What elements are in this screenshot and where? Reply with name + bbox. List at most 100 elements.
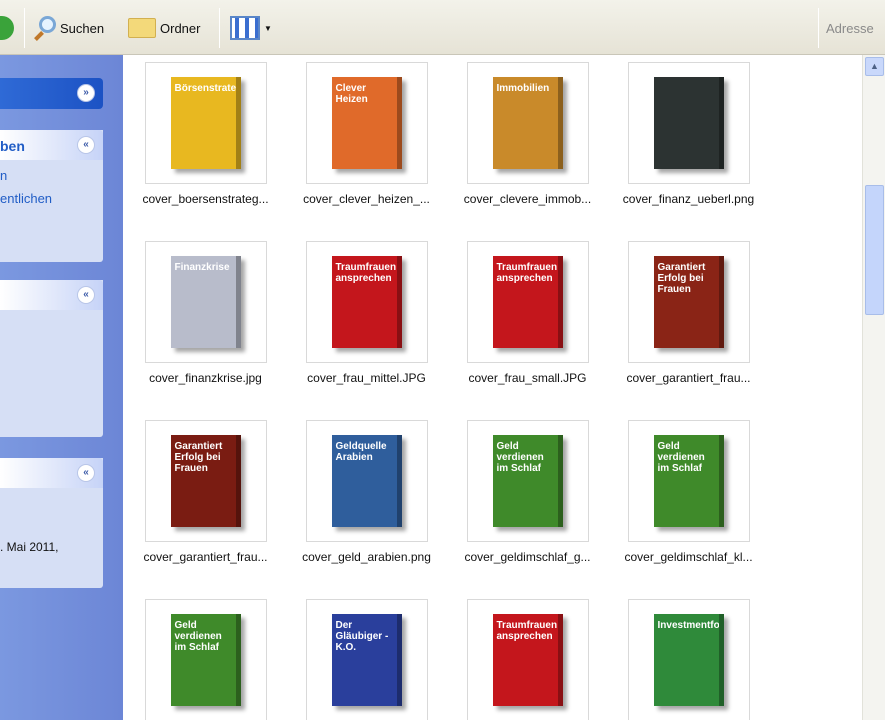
task-link[interactable]: n	[0, 168, 103, 183]
views-button[interactable]: ▼	[230, 14, 272, 42]
thumbnail-frame[interactable]: Investmentfonds	[627, 599, 750, 720]
details-panel-header[interactable]: «	[0, 458, 103, 488]
file-item[interactable]: Finanzkrise cover_finanzkrise.jpg	[125, 241, 286, 385]
collapse-icon[interactable]: «	[77, 136, 95, 154]
thumbnail-frame[interactable]: Traumfrauen ansprechen	[466, 241, 589, 363]
file-item[interactable]: Garantiert Erfolg bei Frauen cover_garant…	[608, 241, 769, 385]
toolbar-separator	[818, 8, 819, 48]
forward-button[interactable]	[0, 14, 14, 42]
thumbnail-frame[interactable]: Geld verdienen im Schlaf	[466, 420, 589, 542]
scroll-up-button[interactable]: ▲	[865, 57, 884, 76]
thumbnail-frame[interactable]	[627, 62, 750, 184]
collapse-icon[interactable]: «	[77, 286, 95, 304]
cover-title: Traumfrauen ansprechen	[335, 262, 397, 284]
thumbnail-frame[interactable]: Clever Heizen	[305, 62, 428, 184]
book-cover-image: Geldquelle Arabien	[331, 435, 402, 527]
file-name[interactable]: cover_clevere_immob...	[447, 192, 608, 206]
places-panel-header[interactable]: «	[0, 280, 103, 310]
file-item[interactable]: Garantiert Erfolg bei Frauen cover_garant…	[125, 420, 286, 564]
file-name[interactable]: cover_finanzkrise.jpg	[125, 371, 286, 385]
address-label: Adresse	[826, 20, 874, 36]
file-name[interactable]: cover_geldimschlaf_g...	[447, 550, 608, 564]
scroll-thumb[interactable]	[865, 185, 884, 315]
book-cover-image: Immobilien	[492, 77, 563, 169]
thumbnail-frame[interactable]: Geldquelle Arabien	[305, 420, 428, 542]
book-cover-image: Traumfrauen ansprechen	[492, 256, 563, 348]
file-name[interactable]: cover_clever_heizen_...	[286, 192, 447, 206]
book-cover-image: Garantiert Erfolg bei Frauen	[170, 435, 241, 527]
file-item[interactable]: Der Gläubiger - K.O.	[286, 599, 447, 720]
search-label: Suchen	[60, 20, 105, 36]
toolbar-separator	[24, 8, 25, 48]
file-item[interactable]: Geld verdienen im Schlaf	[125, 599, 286, 720]
thumbnail-frame[interactable]: Börsenstrategien	[144, 62, 267, 184]
file-name[interactable]: cover_frau_mittel.JPG	[286, 371, 447, 385]
file-item[interactable]: Investmentfonds	[608, 599, 769, 720]
panel-title: ben	[0, 138, 25, 154]
chevron-down-icon: ▼	[264, 23, 272, 33]
cover-title: Finanzkrise	[174, 262, 230, 273]
thumbnail-frame[interactable]: Geld verdienen im Schlaf	[144, 599, 267, 720]
book-cover-image: Clever Heizen	[331, 77, 402, 169]
cover-title: Geld verdienen im Schlaf	[657, 441, 705, 474]
book-cover-image: Geld verdienen im Schlaf	[492, 435, 563, 527]
file-item[interactable]: Immobilien cover_clevere_immob...	[447, 62, 608, 206]
cover-title: Garantiert Erfolg bei Frauen	[657, 262, 706, 295]
folder-icon	[128, 18, 156, 38]
file-item[interactable]: cover_finanz_ueberl.png	[608, 62, 769, 206]
file-thumbnail-view: Börsenstrategiencover_boersenstrateg...C…	[123, 55, 862, 720]
book-cover-image: Der Gläubiger - K.O.	[331, 614, 402, 706]
folders-label: Ordner	[160, 20, 201, 36]
cover-title: Der Gläubiger - K.O.	[335, 620, 389, 653]
task-link[interactable]: entlichen	[0, 191, 103, 206]
book-cover-image: Geld verdienen im Schlaf	[653, 435, 724, 527]
cover-title: Börsenstrategien	[174, 83, 237, 94]
collapse-icon[interactable]: «	[77, 464, 95, 482]
forward-arrow-icon	[0, 16, 14, 40]
book-cover-image: Investmentfonds	[653, 614, 724, 706]
book-cover-image	[653, 77, 724, 169]
file-name[interactable]: cover_geld_arabien.png	[286, 550, 447, 564]
task-pane: » ben « n entlichen « « . Mai 2011,	[0, 55, 123, 720]
search-button[interactable]: Suchen	[32, 14, 104, 42]
book-cover-image: Börsenstrategien	[170, 77, 241, 169]
cover-title: Geld verdienen im Schlaf	[496, 441, 544, 474]
folders-button[interactable]: Ordner	[128, 14, 200, 42]
file-item[interactable]: Börsenstrategien cover_boersenstrateg...	[125, 62, 286, 206]
thumbnail-frame[interactable]: Traumfrauen ansprechen	[466, 599, 589, 720]
file-item[interactable]: Traumfrauen ansprechen cover_frau_small.J…	[447, 241, 608, 385]
thumbnail-frame[interactable]: Garantiert Erfolg bei Frauen	[627, 241, 750, 363]
file-item[interactable]: Traumfrauen ansprechen cover_frau_mittel.…	[286, 241, 447, 385]
thumbnail-frame[interactable]: Immobilien	[466, 62, 589, 184]
file-name[interactable]: cover_finanz_ueberl.png	[608, 192, 769, 206]
places-panel: «	[0, 280, 103, 437]
file-name[interactable]: cover_geldimschlaf_kl...	[608, 550, 769, 564]
file-item[interactable]: Geld verdienen im Schlaf cover_geldimschl…	[447, 420, 608, 564]
book-cover-image: Traumfrauen ansprechen	[331, 256, 402, 348]
magnifier-icon	[32, 16, 56, 41]
file-name[interactable]: cover_frau_small.JPG	[447, 371, 608, 385]
thumbnail-frame[interactable]: Finanzkrise	[144, 241, 267, 363]
task-pane-header[interactable]: »	[0, 78, 103, 109]
file-item[interactable]: Geldquelle Arabien cover_geld_arabien.png	[286, 420, 447, 564]
thumbnail-frame[interactable]: Geld verdienen im Schlaf	[627, 420, 750, 542]
details-panel: « . Mai 2011,	[0, 458, 103, 588]
cover-title: Geldquelle Arabien	[335, 441, 387, 463]
file-name[interactable]: cover_boersenstrateg...	[125, 192, 286, 206]
file-name[interactable]: cover_garantiert_frau...	[608, 371, 769, 385]
thumbnail-frame[interactable]: Garantiert Erfolg bei Frauen	[144, 420, 267, 542]
file-name[interactable]: cover_garantiert_frau...	[125, 550, 286, 564]
thumbnail-frame[interactable]: Der Gläubiger - K.O.	[305, 599, 428, 720]
file-item[interactable]: Clever Heizen cover_clever_heizen_...	[286, 62, 447, 206]
book-cover-image: Geld verdienen im Schlaf	[170, 614, 241, 706]
book-cover-image: Finanzkrise	[170, 256, 241, 348]
file-item[interactable]: Geld verdienen im Schlaf cover_geldimschl…	[608, 420, 769, 564]
cover-title: Geld verdienen im Schlaf	[174, 620, 222, 653]
tasks-panel-header[interactable]: ben «	[0, 130, 103, 160]
cover-title: Investmentfonds	[657, 620, 720, 631]
book-cover-image: Garantiert Erfolg bei Frauen	[653, 256, 724, 348]
vertical-scrollbar[interactable]: ▲	[862, 55, 885, 720]
file-item[interactable]: Traumfrauen ansprechen	[447, 599, 608, 720]
thumbnail-frame[interactable]: Traumfrauen ansprechen	[305, 241, 428, 363]
expand-icon[interactable]: »	[77, 84, 95, 102]
